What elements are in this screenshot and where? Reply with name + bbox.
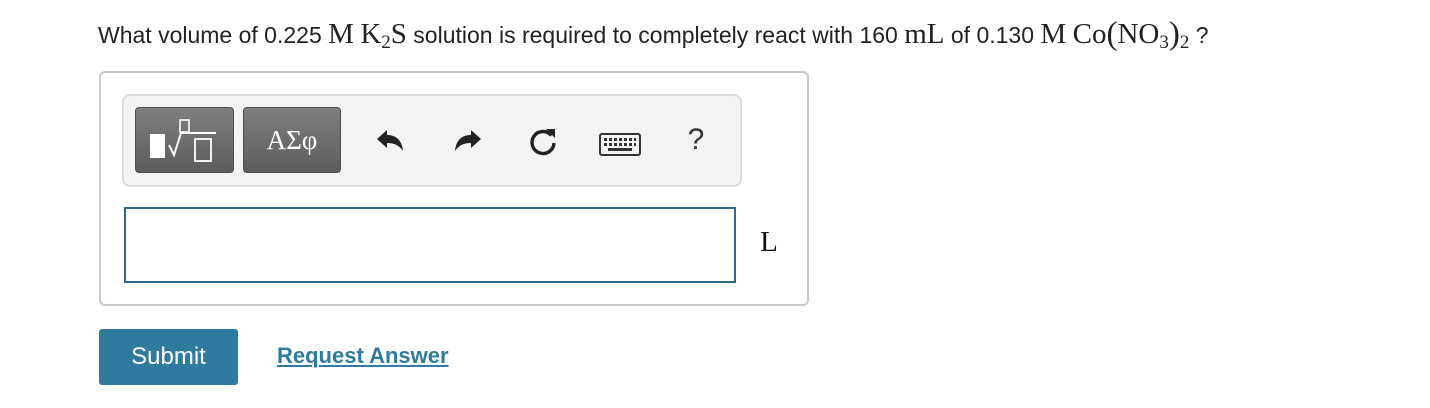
molar-unit: M xyxy=(1040,18,1067,50)
formula-element: Co xyxy=(1072,18,1107,50)
keyboard-button[interactable] xyxy=(599,130,641,158)
redo-icon xyxy=(455,130,481,151)
question-part: solution is required to completely react… xyxy=(406,22,905,48)
keyboard-icon xyxy=(599,133,641,156)
redo-button[interactable] xyxy=(450,124,486,158)
submit-button[interactable]: Submit xyxy=(99,329,238,385)
templates-button[interactable] xyxy=(135,107,234,173)
templates-icon xyxy=(150,119,216,162)
formula-element: S xyxy=(390,18,407,50)
reset-button[interactable] xyxy=(524,122,562,160)
formula-element: NO xyxy=(1117,18,1160,50)
answer-unit: L xyxy=(760,226,778,258)
question-part: What volume of 0.225 xyxy=(98,22,329,48)
molar-unit: M xyxy=(328,18,354,50)
answer-input[interactable] xyxy=(124,207,736,283)
undo-button[interactable] xyxy=(372,124,408,158)
formula-paren: ( xyxy=(1106,16,1118,52)
question-part: of 0.130 xyxy=(944,22,1041,48)
request-answer-link[interactable]: Request Answer xyxy=(277,338,449,374)
help-icon[interactable]: ? xyxy=(678,118,714,162)
formula-cobalt-nitrate: Co(NO3)2 xyxy=(1072,16,1190,53)
undo-icon xyxy=(377,130,403,151)
formula-subscript: 2 xyxy=(1179,32,1190,53)
symbols-label: ΑΣφ xyxy=(266,125,318,155)
formula-element: K xyxy=(360,18,382,50)
symbols-button[interactable]: ΑΣφ xyxy=(243,107,341,173)
volume-unit: mL xyxy=(904,18,945,50)
question-text: What volume of 0.225 M K2S solution is r… xyxy=(98,14,1418,54)
question-part: ? xyxy=(1189,22,1209,48)
formula-paren: ) xyxy=(1168,16,1180,52)
reset-icon xyxy=(530,129,556,156)
formula-subscript: 3 xyxy=(1159,32,1169,53)
formula-subscript: 2 xyxy=(381,32,391,53)
formula-k2s: K2S xyxy=(360,18,407,53)
